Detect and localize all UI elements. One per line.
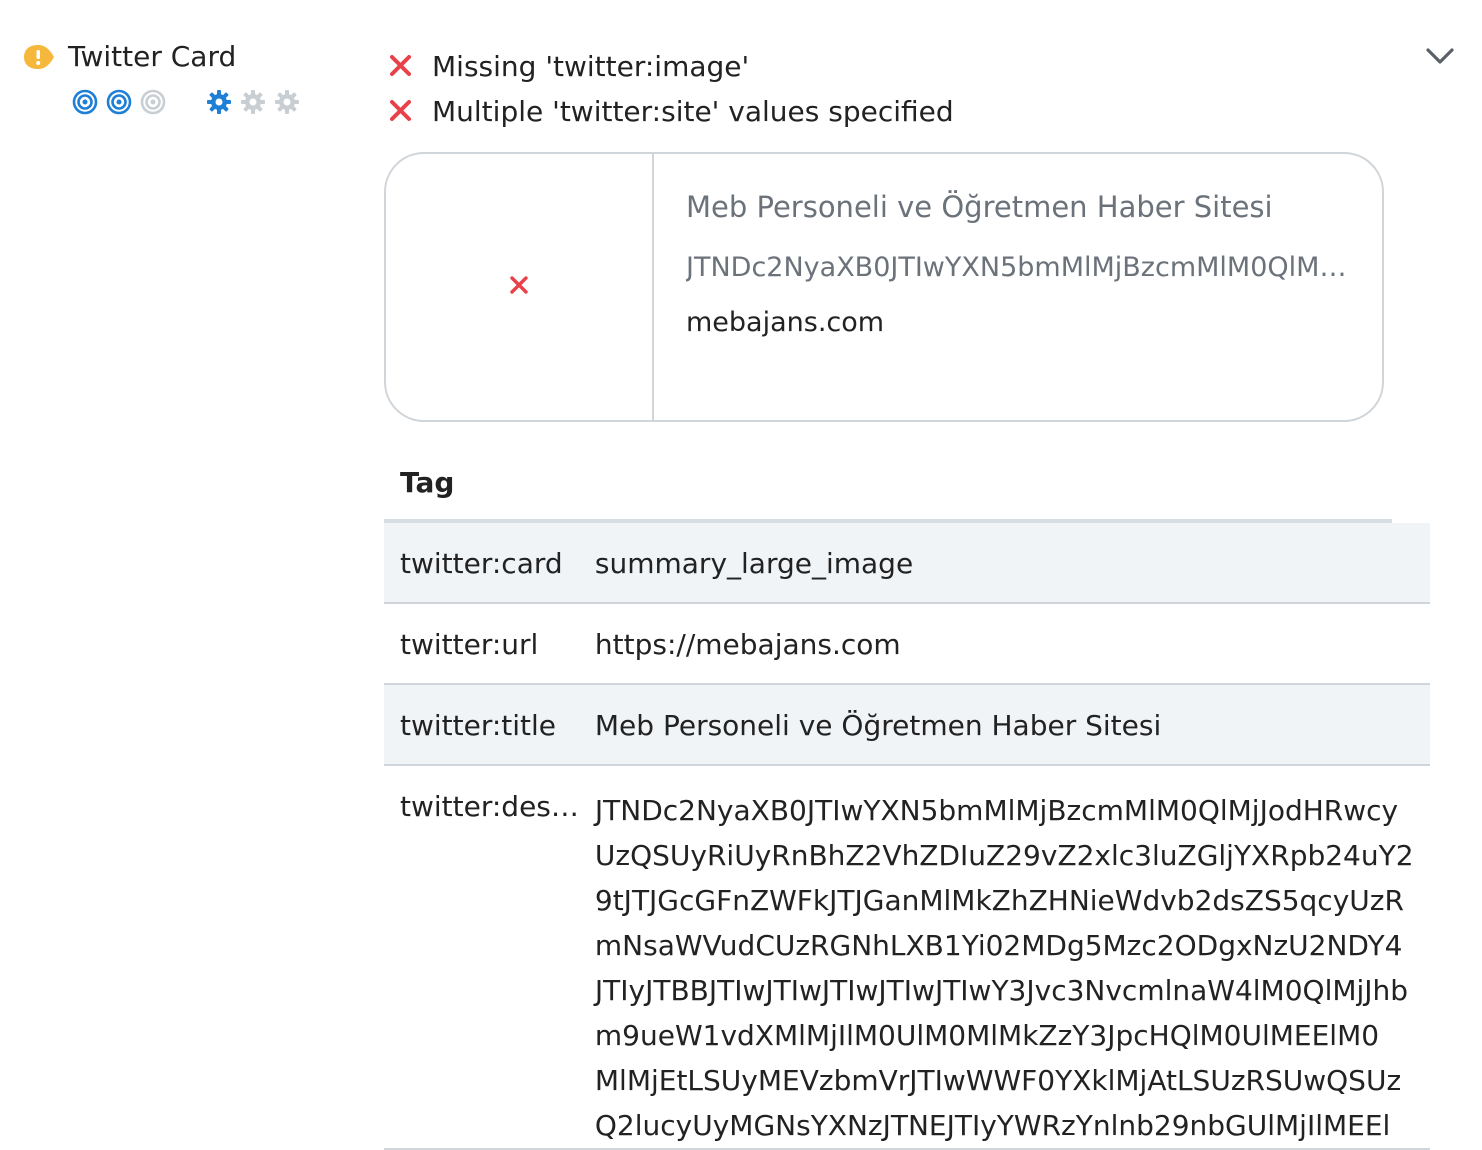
target-score-group	[72, 89, 166, 115]
issue-text: Multiple 'twitter:site' values specified	[432, 95, 954, 128]
tag-value-line: mNsaWVudCUzRGNhLXB1Yi02MDg5Mzc2ODgxNzU2N…	[594, 929, 1403, 962]
twitter-card-preview[interactable]: Meb Personeli ve Öğretmen Haber Sitesi J…	[384, 152, 1384, 422]
tag-value: JTNDc2NyaXB0JTIwYXN5bmMlMjBzcmMlM0QlMjJo…	[594, 765, 1430, 1150]
tags-table: twitter:card summary_large_image twitter…	[384, 523, 1430, 1150]
broken-image-icon	[508, 274, 530, 300]
target-icon-inactive	[140, 89, 166, 115]
section-header: Twitter Card	[22, 40, 352, 115]
tag-value-line: JTNDc2NyaXB0JTIwYXN5bmMlMjBzcmMlM0QlMjJo…	[594, 794, 1399, 827]
tag-value-line: JTIyJTBBJTIwJTIwJTIwJTIwJTIwY3Jvc3Nvcmln…	[594, 974, 1409, 1007]
table-header: Tag	[384, 466, 1392, 523]
gear-icon-inactive	[240, 89, 266, 115]
tag-value: Meb Personeli ve Öğretmen Haber Sitesi	[594, 684, 1430, 766]
table-row: twitter:title Meb Personeli ve Öğretmen …	[384, 684, 1430, 766]
tag-value-line: 9tJTJGcGFnZWFkJTJGanMlMkZhZHNieWdvb2dsZS…	[594, 884, 1404, 917]
x-icon	[384, 95, 418, 129]
tag-value-line: m9ueW1vdXMlMjIlM0UlM0MlMkZzY3JpcHQlM0UlM…	[594, 1019, 1380, 1052]
issue-item: Multiple 'twitter:site' values specified	[384, 89, 1392, 134]
table-row: twitter:url https://mebajans.com	[384, 603, 1430, 685]
issue-item: Missing 'twitter:image'	[384, 44, 1392, 89]
card-domain: mebajans.com	[686, 307, 885, 338]
tag-value-line: UzQSUyRiUyRnBhZ2VhZDIuZ29vZ2xlc3luZGljYX…	[594, 839, 1414, 872]
tag-key: twitter:title	[384, 684, 595, 766]
warning-icon	[22, 43, 56, 71]
card-image-placeholder	[386, 154, 654, 420]
gear-icon-inactive	[274, 89, 300, 115]
section-title-row[interactable]: Twitter Card	[22, 40, 352, 73]
score-indicators	[72, 89, 352, 115]
tag-value: summary_large_image	[594, 523, 1430, 604]
tag-value-line: Q2lucyUyMGNsYXNzJTNEJTIyYWRzYnlnb29nbGUl…	[594, 1109, 1391, 1142]
gear-score-group	[206, 89, 300, 115]
x-icon	[384, 50, 418, 84]
card-description: JTNDc2NyaXB0JTIwYXN5bmMlMjBzcmMlM0QlMj…	[686, 252, 1350, 283]
tag-key: twitter:des…	[384, 765, 595, 1150]
table-row: twitter:card summary_large_image	[384, 523, 1430, 604]
target-icon	[106, 89, 132, 115]
card-body: Meb Personeli ve Öğretmen Haber Sitesi J…	[654, 154, 1382, 420]
tag-value: https://mebajans.com	[594, 603, 1430, 685]
table-row: twitter:des… JTNDc2NyaXB0JTIwYXN5bmMlMjB…	[384, 765, 1430, 1150]
target-icon	[72, 89, 98, 115]
section-content: Missing 'twitter:image' Multiple 'twitte…	[384, 44, 1430, 1150]
tag-key: twitter:card	[384, 523, 595, 604]
gear-icon	[206, 89, 232, 115]
chevron-down-icon[interactable]	[1420, 40, 1460, 74]
section-title: Twitter Card	[68, 40, 237, 73]
card-title: Meb Personeli ve Öğretmen Haber Sitesi	[686, 190, 1273, 224]
tag-value-line: MlMjEtLSUyMEVzbmVrJTIwWWF0YXklMjAtLSUzRS…	[594, 1064, 1402, 1097]
issue-text: Missing 'twitter:image'	[432, 50, 750, 83]
tag-key: twitter:url	[384, 603, 595, 685]
